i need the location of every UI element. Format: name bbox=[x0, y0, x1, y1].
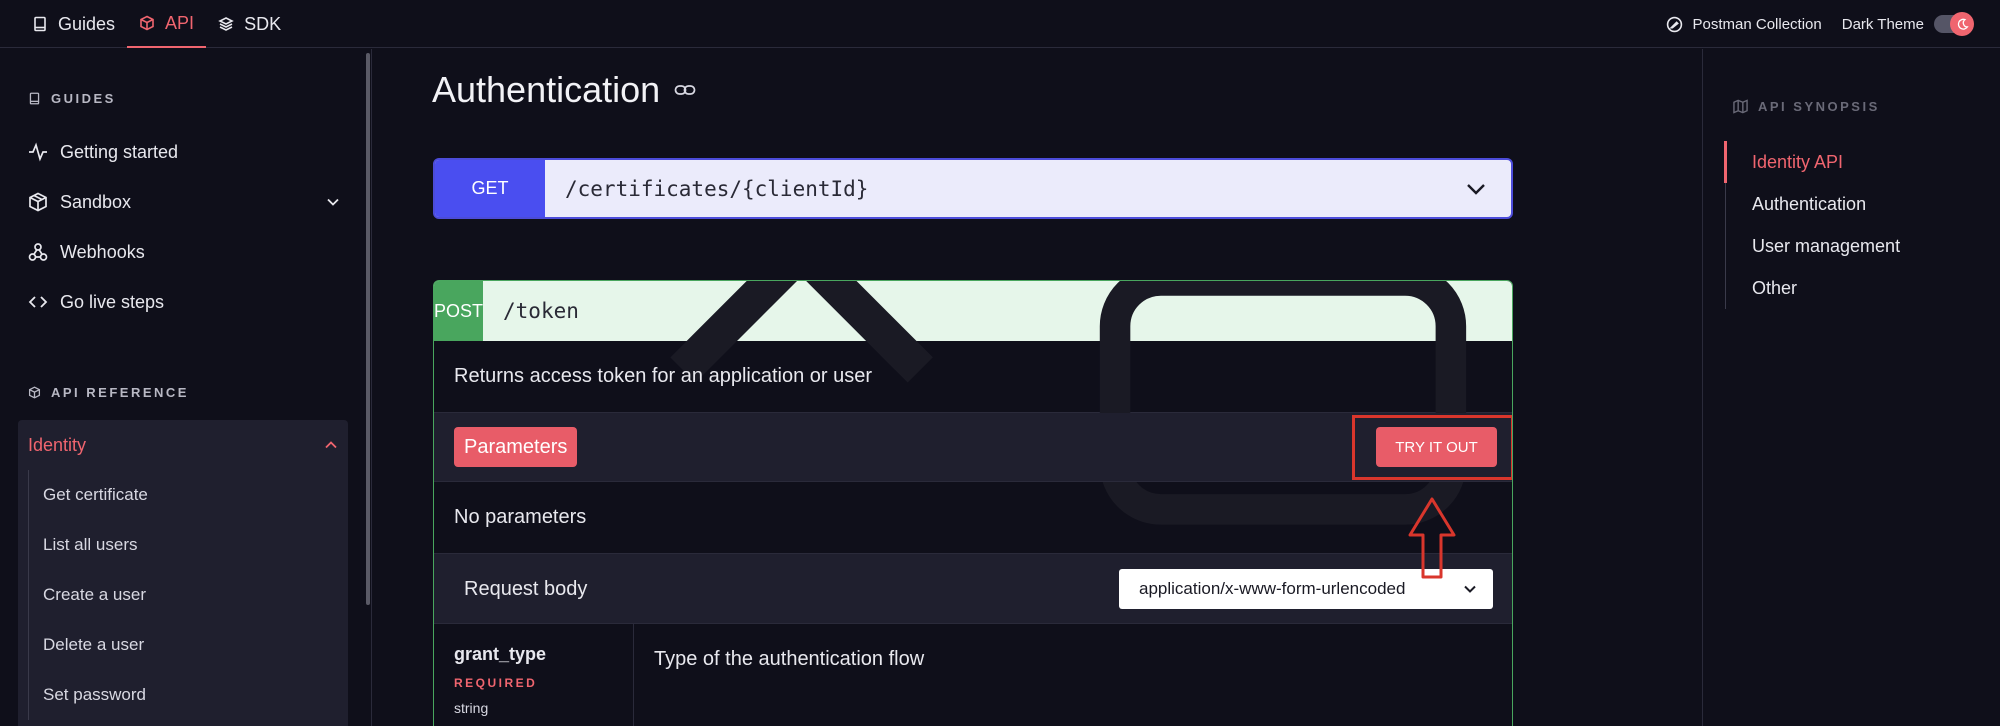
postman-icon bbox=[1666, 16, 1682, 32]
cube-icon bbox=[28, 386, 41, 399]
chevron-up-icon[interactable] bbox=[579, 280, 1024, 534]
dark-theme-label: Dark Theme bbox=[1841, 15, 1924, 33]
api-synopsis-panel: API SYNOPSIS Identity API Authentication… bbox=[1702, 49, 2000, 726]
synopsis-item-identity-api[interactable]: Identity API bbox=[1723, 141, 1900, 183]
sidebar-item-sandbox[interactable]: Sandbox bbox=[28, 182, 348, 222]
try-it-out-button[interactable]: TRY IT OUT bbox=[1376, 427, 1497, 467]
synopsis-item-authentication[interactable]: Authentication bbox=[1726, 183, 1900, 225]
sidebar-item-label: Webhooks bbox=[60, 241, 145, 262]
api-synopsis-heading-label: API SYNOPSIS bbox=[1758, 99, 1880, 114]
param-description: Type of the authentication flow bbox=[654, 648, 925, 670]
post-method-badge: POST bbox=[434, 281, 484, 341]
top-actions: Postman Collection Dark Theme bbox=[1666, 0, 1974, 48]
content-type-value: application/x-www-form-urlencoded bbox=[1139, 579, 1406, 598]
sidebar-subitem-create-a-user[interactable]: Create a user bbox=[29, 570, 340, 620]
synopsis-list: Identity API Authentication User managem… bbox=[1723, 141, 1900, 309]
param-required-badge: REQUIRED bbox=[454, 676, 538, 690]
tab-sdk-label: SDK bbox=[244, 13, 282, 34]
code-icon bbox=[28, 296, 48, 308]
get-method-badge: GET bbox=[435, 160, 545, 217]
postman-collection-link[interactable]: Postman Collection bbox=[1666, 16, 1822, 33]
book-icon bbox=[34, 16, 46, 32]
tab-api-label: API bbox=[165, 12, 195, 33]
guides-heading-label: GUIDES bbox=[51, 91, 116, 106]
sidebar-subitem-list-all-users[interactable]: List all users bbox=[29, 520, 340, 570]
request-body-bar: Request body application/x-www-form-urle… bbox=[434, 554, 1512, 624]
sidebar-sublist: Get certificate List all users Create a … bbox=[28, 470, 340, 720]
sidebar-group-title[interactable]: Identity bbox=[28, 420, 86, 470]
sidebar-item-label: Getting started bbox=[60, 141, 179, 162]
sidebar-subitem-delete-a-user[interactable]: Delete a user bbox=[29, 620, 340, 670]
page-title: Authentication bbox=[432, 69, 696, 111]
sidebar-subitem-set-password[interactable]: Set password bbox=[29, 670, 340, 720]
sidebar-scrollbar[interactable] bbox=[366, 53, 370, 605]
param-type: string bbox=[454, 700, 489, 716]
sidebar: GUIDES Getting started Sandbox Webhooks … bbox=[0, 49, 372, 726]
chevron-down-icon bbox=[1464, 585, 1476, 593]
top-bar: Guides API SDK Postman Collection Dark T… bbox=[0, 0, 2000, 48]
synopsis-item-user-management[interactable]: User management bbox=[1726, 225, 1900, 267]
operation-get-certificates[interactable]: GET /certificates/{clientId} bbox=[433, 158, 1513, 219]
chevron-down-icon[interactable] bbox=[1461, 174, 1491, 204]
tab-sdk[interactable]: SDK bbox=[206, 0, 293, 48]
synopsis-item-other[interactable]: Other bbox=[1726, 267, 1900, 309]
param-name: grant_type bbox=[454, 644, 547, 664]
chevron-down-icon[interactable] bbox=[326, 195, 340, 209]
webhook-icon bbox=[28, 243, 48, 261]
sidebar-group-identity: Identity Get certificate List all users … bbox=[18, 420, 348, 726]
sidebar-subitem-get-certificate[interactable]: Get certificate bbox=[29, 470, 340, 520]
guides-heading: GUIDES bbox=[28, 91, 116, 106]
param-row-grant-type: grant_type REQUIRED string Type of the a… bbox=[434, 624, 1512, 726]
top-nav: Guides API SDK bbox=[20, 0, 293, 48]
sidebar-item-getting-started[interactable]: Getting started bbox=[28, 132, 348, 172]
parameters-bar: Parameters TRY IT OUT bbox=[434, 413, 1512, 482]
tab-guides[interactable]: Guides bbox=[20, 0, 127, 48]
api-synopsis-heading: API SYNOPSIS bbox=[1733, 99, 1880, 114]
post-endpoint-path: /token bbox=[503, 299, 579, 323]
moon-icon bbox=[1950, 12, 1974, 36]
sidebar-item-go-live-steps[interactable]: Go live steps bbox=[28, 282, 348, 322]
page-title-text: Authentication bbox=[432, 69, 661, 110]
tab-api[interactable]: API bbox=[127, 0, 207, 48]
tab-guides-label: Guides bbox=[58, 13, 116, 34]
operation-post-token: POST /token Returns access token for an … bbox=[433, 280, 1513, 726]
sidebar-item-label: Go live steps bbox=[60, 291, 165, 312]
chevron-up-icon[interactable] bbox=[324, 438, 338, 452]
request-body-label: Request body bbox=[464, 577, 588, 600]
main-content: Authentication GET /certificates/{client… bbox=[372, 49, 1702, 726]
parameters-tab[interactable]: Parameters bbox=[454, 427, 578, 467]
theme-switch[interactable] bbox=[1934, 12, 1974, 36]
param-name-cell: grant_type REQUIRED string bbox=[434, 624, 634, 726]
dark-theme-toggle[interactable]: Dark Theme bbox=[1841, 12, 1974, 36]
api-reference-heading: API REFERENCE bbox=[28, 385, 189, 400]
layers-icon bbox=[218, 17, 234, 31]
sidebar-item-label: Sandbox bbox=[60, 191, 132, 212]
sidebar-item-webhooks[interactable]: Webhooks bbox=[28, 232, 348, 272]
get-endpoint-path: /certificates/{clientId} bbox=[565, 176, 869, 201]
cube-icon bbox=[140, 15, 154, 31]
map-icon bbox=[1733, 99, 1748, 114]
post-operation-header[interactable]: POST /token bbox=[434, 281, 1512, 525]
link-icon[interactable] bbox=[674, 79, 696, 101]
box-icon bbox=[29, 192, 47, 212]
arrow-up-icon bbox=[1408, 497, 1456, 579]
activity-icon bbox=[29, 142, 47, 162]
book-icon bbox=[29, 92, 40, 105]
api-reference-heading-label: API REFERENCE bbox=[51, 385, 189, 400]
postman-collection-label: Postman Collection bbox=[1692, 15, 1822, 33]
